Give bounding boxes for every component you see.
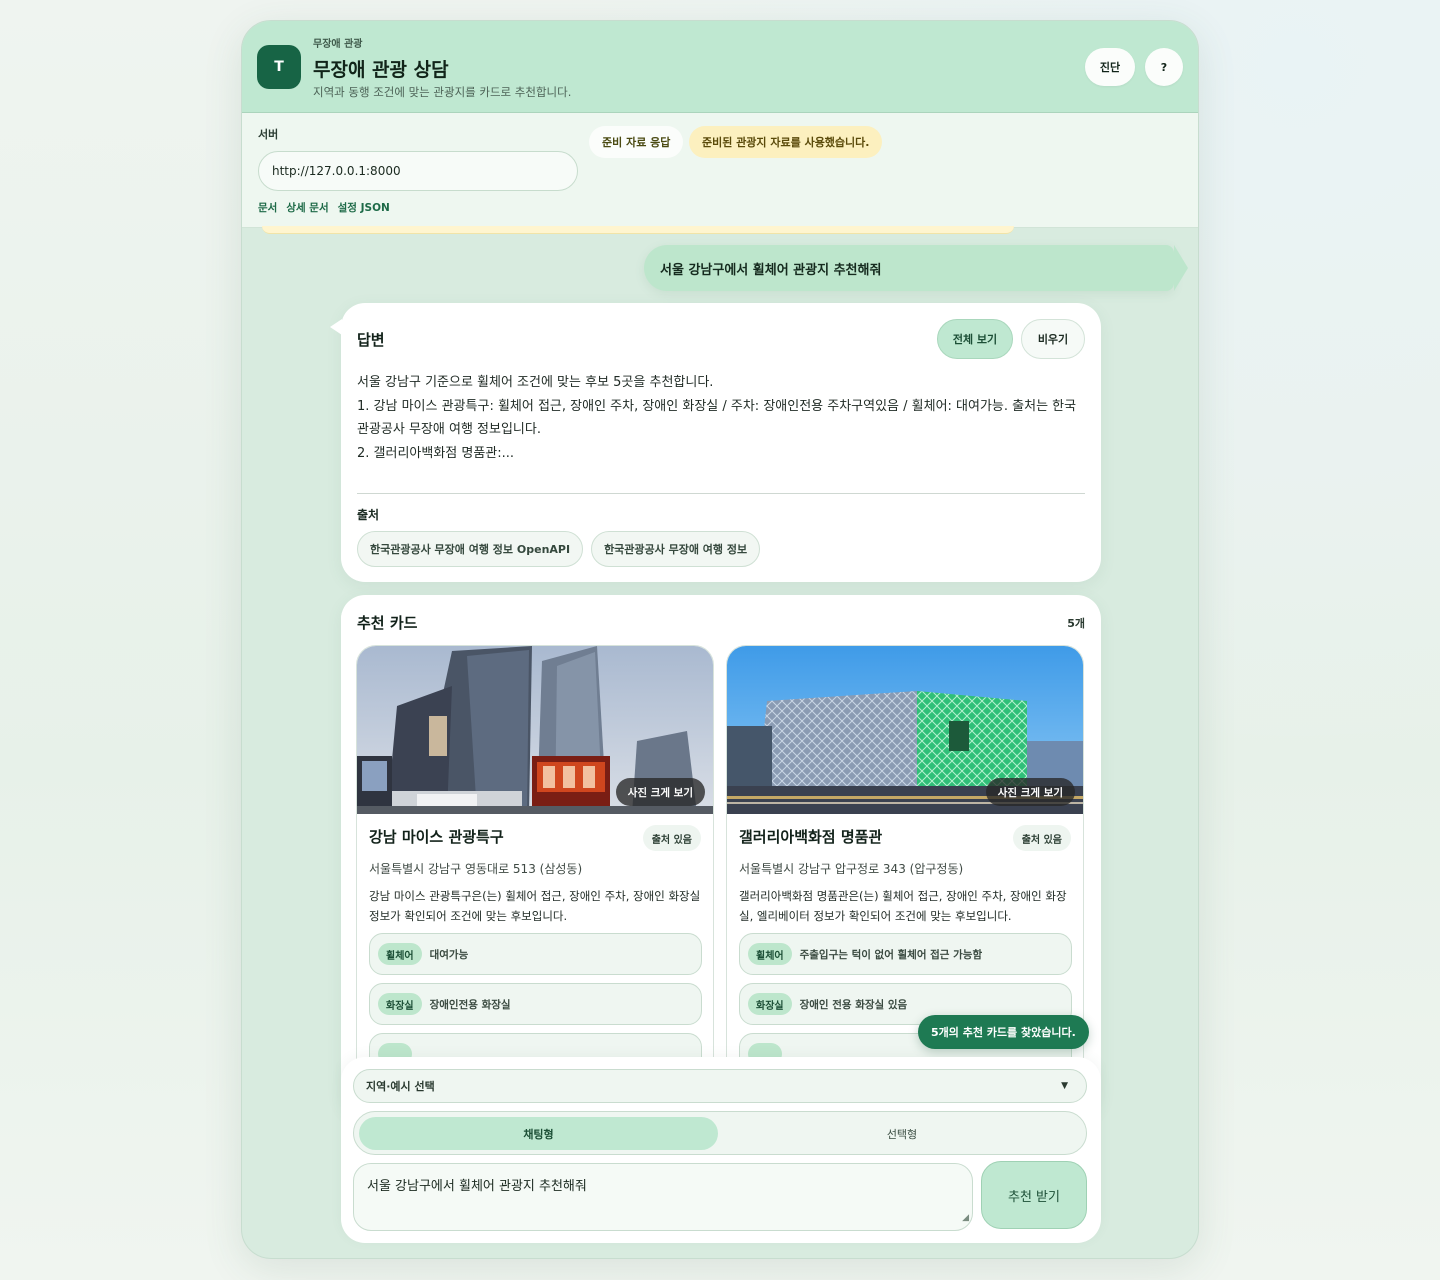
config-json-link[interactable]: 설정 JSON <box>338 200 390 215</box>
zoom-photo-button[interactable]: 사진 크게 보기 <box>985 778 1075 806</box>
mode-select-tab[interactable]: 선택형 <box>722 1117 1082 1150</box>
answer-text: 서울 강남구 기준으로 휠체어 조건에 맞는 후보 5곳을 추천합니다. 1. … <box>357 371 1085 465</box>
server-label: 서버 <box>258 128 279 141</box>
server-panel: 서버 http://127.0.0.1:8000 문서 상세 문서 설정 JSO… <box>242 113 1198 228</box>
place-name: 갤러리아백화점 명품관 <box>739 828 883 846</box>
place-photo[interactable]: 사진 크게 보기 <box>357 646 713 814</box>
sources-title: 출처 <box>357 508 380 522</box>
answer-line: 1. 강남 마이스 관광특구: 휠체어 접근, 장애인 주차, 장애인 화장실 … <box>357 398 1077 438</box>
source-chip[interactable]: 한국관광공사 무장애 여행 정보 <box>591 531 761 567</box>
message-input-value: 서울 강남구에서 휠체어 관광지 추천해줘 <box>367 1179 587 1194</box>
feature-value: 대여가능 <box>429 948 469 961</box>
zoom-photo-button[interactable]: 사진 크게 보기 <box>615 778 705 806</box>
feature-tag: 휠체어 <box>748 943 792 965</box>
source-badge: 출처 있음 <box>642 825 701 851</box>
feature-tag: 휠체어 <box>378 943 422 965</box>
help-button[interactable]: ? <box>1145 48 1183 86</box>
feature-value: 주출입구는 턱이 없어 휠체어 접근 가능함 <box>799 948 983 961</box>
message-input[interactable]: 서울 강남구에서 휠체어 관광지 추천해줘 ◢ <box>353 1163 973 1231</box>
recommendations-count: 5개 <box>1067 617 1085 630</box>
feature-tag: 화장실 <box>748 993 792 1015</box>
recommendations-title: 추천 카드 <box>357 614 418 632</box>
place-name: 강남 마이스 관광특구 <box>369 828 504 846</box>
region-select-value: 지역·예시 선택 <box>366 1080 435 1093</box>
user-message-bubble: 서울 강남구에서 휠체어 관광지 추천해줘 <box>644 245 1188 291</box>
server-links: 문서 상세 문서 설정 JSON <box>258 200 390 215</box>
divider <box>357 493 1085 494</box>
answer-line: 2. 갤러리아백화점 명품관:... <box>357 445 515 461</box>
scrolled-notice-edge <box>262 226 1014 234</box>
app-logo: T <box>257 45 301 89</box>
place-address: 서울특별시 강남구 압구정로 343 (압구정동) <box>739 862 964 876</box>
app-header: T 무장애 관광 무장애 관광 상담 지역과 동행 조건에 맞는 관광지를 카드… <box>242 21 1198 113</box>
detailed-docs-link[interactable]: 상세 문서 <box>286 200 328 215</box>
mode-toggle: 채팅형 선택형 <box>353 1111 1087 1155</box>
place-description: 갤러리아백화점 명품관은(는) 휠체어 접근, 장애인 주차, 장애인 화장실,… <box>739 889 1067 923</box>
feature-row: 휠체어 주출입구는 턱이 없어 휠체어 접근 가능함 <box>739 933 1072 975</box>
place-address: 서울특별시 강남구 영동대로 513 (삼성동) <box>369 862 583 876</box>
diagnose-button[interactable]: 진단 <box>1085 48 1135 86</box>
answer-title: 답변 <box>357 331 385 349</box>
submit-button[interactable]: 추천 받기 <box>981 1161 1087 1229</box>
region-select[interactable]: 지역·예시 선택 ▼ <box>353 1069 1087 1103</box>
clear-button[interactable]: 비우기 <box>1021 319 1085 359</box>
app-window: T 무장애 관광 무장애 관광 상담 지역과 동행 조건에 맞는 관광지를 카드… <box>241 20 1199 1259</box>
resize-grip-icon[interactable]: ◢ <box>962 1209 969 1227</box>
composer: 지역·예시 선택 ▼ 채팅형 선택형 서울 강남구에서 휠체어 관광지 추천해줘… <box>341 1057 1101 1243</box>
answer-line: 서울 강남구 기준으로 휠체어 조건에 맞는 후보 5곳을 추천합니다. <box>357 375 714 390</box>
source-badge: 출처 있음 <box>1012 825 1071 851</box>
header-eyebrow: 무장애 관광 <box>313 39 363 50</box>
place-card[interactable]: 사진 크게 보기 강남 마이스 관광특구 출처 있음 서울특별시 강남구 영동대… <box>356 645 714 1115</box>
feature-value: 장애인 전용 화장실 있음 <box>799 998 908 1011</box>
mode-chat-tab[interactable]: 채팅형 <box>359 1117 718 1150</box>
feature-value: 장애인전용 화장실 <box>429 998 511 1011</box>
server-url-input[interactable]: http://127.0.0.1:8000 <box>258 151 578 191</box>
place-description: 강남 마이스 관광특구은(는) 휠체어 접근, 장애인 주차, 장애인 화장실 … <box>369 889 701 923</box>
answer-card: 답변 전체 보기 비우기 서울 강남구 기준으로 휠체어 조건에 맞는 후보 5… <box>330 303 1101 582</box>
status-badge: 준비 자료 응답 <box>589 126 684 158</box>
chevron-down-icon: ▼ <box>1061 1081 1068 1091</box>
page-title: 무장애 관광 상담 <box>313 59 449 81</box>
notice-badge: 준비된 관광지 자료를 사용했습니다. <box>689 126 883 158</box>
feature-row: 화장실 장애인전용 화장실 <box>369 983 702 1025</box>
place-photo[interactable]: 사진 크게 보기 <box>727 646 1083 814</box>
feature-row: 휠체어 대여가능 <box>369 933 702 975</box>
show-all-button[interactable]: 전체 보기 <box>937 319 1013 359</box>
page-subtitle: 지역과 동행 조건에 맞는 관광지를 카드로 추천합니다. <box>313 85 572 99</box>
toast-message: 5개의 추천 카드를 찾았습니다. <box>918 1015 1089 1049</box>
sources-list: 한국관광공사 무장애 여행 정보 OpenAPI 한국관광공사 무장애 여행 정… <box>357 531 761 567</box>
source-chip[interactable]: 한국관광공사 무장애 여행 정보 OpenAPI <box>357 531 584 567</box>
docs-link[interactable]: 문서 <box>258 200 277 215</box>
feature-tag: 화장실 <box>378 993 422 1015</box>
